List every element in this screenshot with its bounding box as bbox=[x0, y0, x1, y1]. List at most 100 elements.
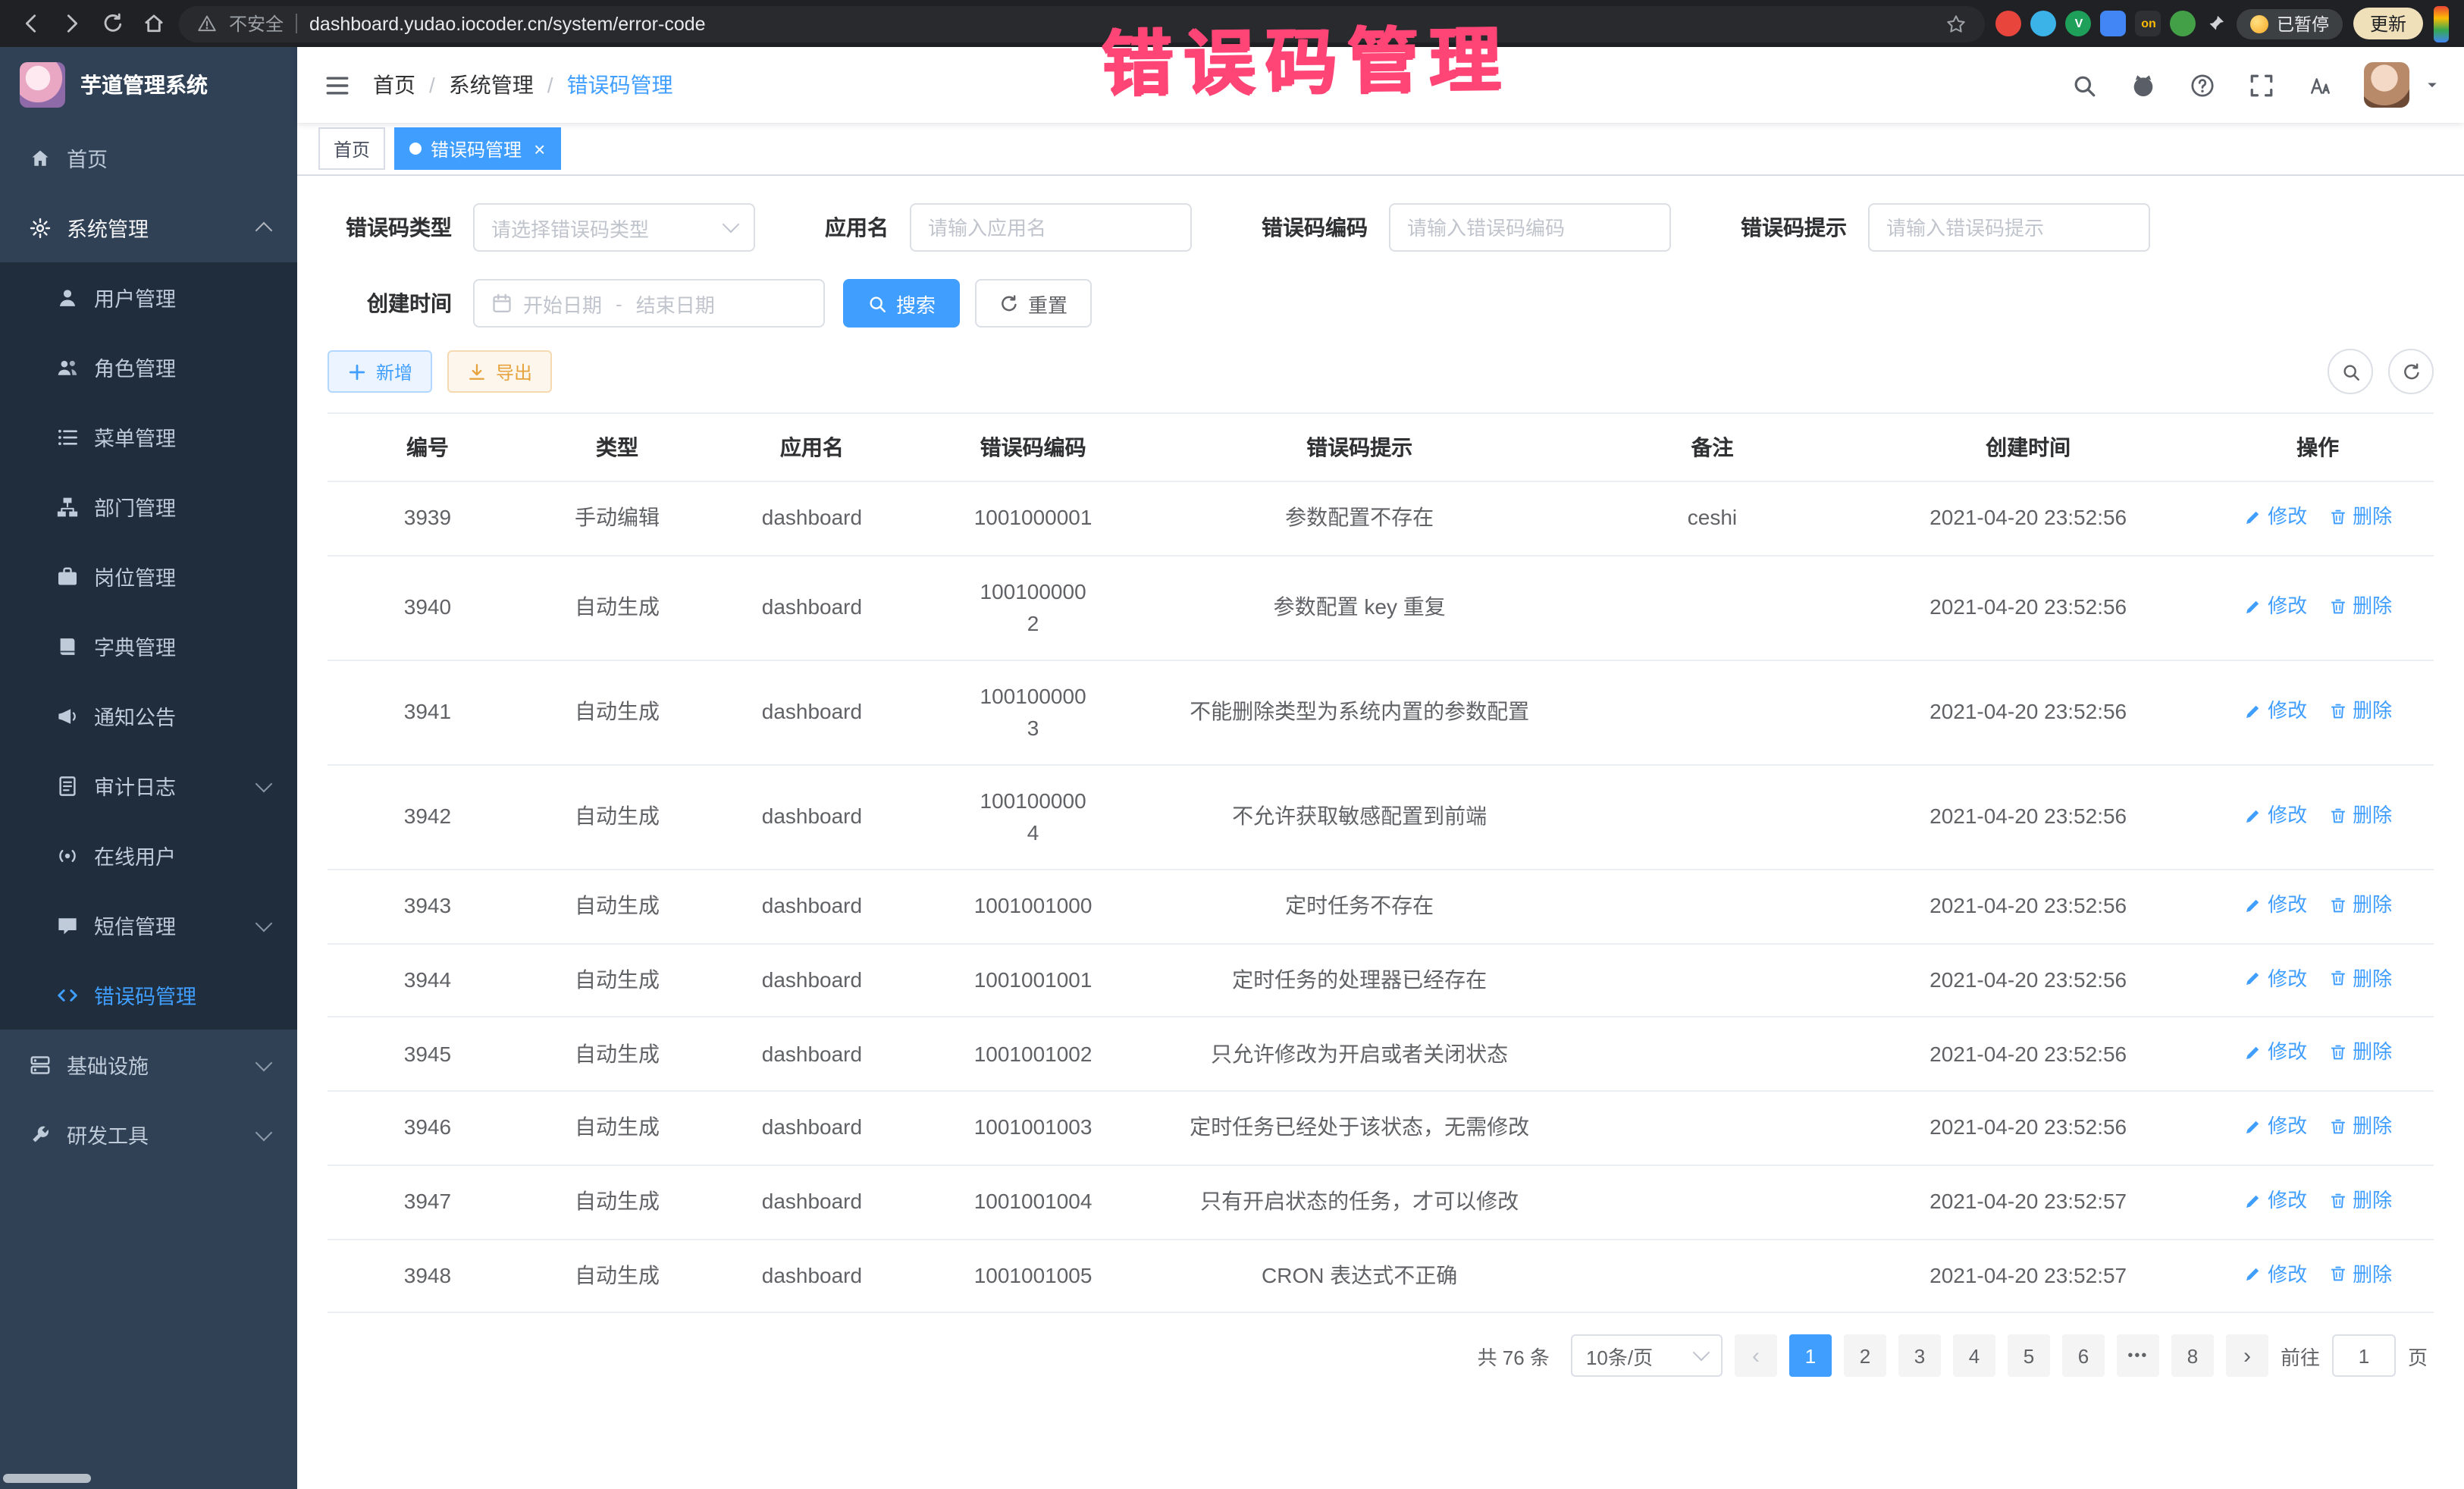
sidebar-item[interactable]: 首页 bbox=[0, 123, 297, 193]
delete-link[interactable]: 删除 bbox=[2328, 1111, 2392, 1141]
add-button[interactable]: 新增 bbox=[328, 350, 432, 393]
scrollbar-thumb[interactable] bbox=[3, 1474, 91, 1483]
edit-link[interactable]: 修改 bbox=[2243, 1038, 2307, 1067]
sidebar-item[interactable]: 通知公告 bbox=[0, 681, 297, 751]
sidebar-item[interactable]: 基础设施 bbox=[0, 1030, 297, 1099]
help-icon[interactable] bbox=[2187, 70, 2217, 100]
sidebar-item[interactable]: 用户管理 bbox=[0, 262, 297, 332]
edit-link[interactable]: 修改 bbox=[2243, 964, 2307, 993]
sidebar-item[interactable]: 部门管理 bbox=[0, 472, 297, 541]
delete-link[interactable]: 删除 bbox=[2328, 1038, 2392, 1067]
blue-chart-extension-icon[interactable] bbox=[2101, 11, 2127, 36]
sidebar-item[interactable]: 岗位管理 bbox=[0, 541, 297, 611]
error-message-input[interactable] bbox=[1868, 203, 2150, 252]
pagination-page-button[interactable]: 5 bbox=[2008, 1335, 2050, 1378]
delete-link[interactable]: 删除 bbox=[2328, 591, 2392, 621]
sidebar-item[interactable]: 研发工具 bbox=[0, 1099, 297, 1169]
sidebar-item[interactable]: 角色管理 bbox=[0, 332, 297, 402]
sidebar-item-label: 通知公告 bbox=[94, 701, 176, 731]
sidebar-item[interactable]: 审计日志 bbox=[0, 751, 297, 820]
delete-link[interactable]: 删除 bbox=[2328, 964, 2392, 993]
pagination-page-button[interactable]: 4 bbox=[1953, 1335, 1995, 1378]
cell-time: 2021-04-20 23:52:56 bbox=[1854, 870, 2202, 944]
search-button[interactable]: 搜索 bbox=[843, 279, 960, 328]
delete-link[interactable]: 删除 bbox=[2328, 696, 2392, 726]
next-page-button[interactable]: › bbox=[2226, 1335, 2268, 1378]
caret-down-icon[interactable] bbox=[2425, 77, 2440, 92]
delete-link[interactable]: 删除 bbox=[2328, 502, 2392, 531]
hamburger-icon[interactable] bbox=[321, 70, 352, 100]
red-record-extension-icon[interactable] bbox=[1996, 11, 2022, 36]
edit-link[interactable]: 修改 bbox=[2243, 1259, 2307, 1289]
breadcrumb-item[interactable]: 系统管理 bbox=[449, 70, 534, 100]
edit-link[interactable]: 修改 bbox=[2243, 696, 2307, 726]
profile-avatar[interactable] bbox=[2434, 5, 2449, 42]
delete-icon bbox=[2328, 701, 2346, 719]
breadcrumb-item[interactable]: 首页 bbox=[373, 70, 415, 100]
green-leaf-extension-icon[interactable] bbox=[2171, 11, 2196, 36]
refresh-table-button[interactable] bbox=[2388, 349, 2434, 394]
browser-home-icon[interactable] bbox=[138, 8, 168, 39]
pagination-page-button[interactable]: 2 bbox=[1844, 1335, 1886, 1378]
edit-link[interactable]: 修改 bbox=[2243, 1186, 2307, 1215]
edit-link[interactable]: 修改 bbox=[2243, 502, 2307, 531]
edit-link[interactable]: 修改 bbox=[2243, 890, 2307, 920]
edit-link[interactable]: 修改 bbox=[2243, 801, 2307, 830]
pagination-page-button[interactable]: 3 bbox=[1898, 1335, 1941, 1378]
pin-extension-icon[interactable] bbox=[2207, 14, 2227, 33]
update-button[interactable]: 更新 bbox=[2353, 8, 2423, 39]
reload-icon[interactable] bbox=[97, 8, 127, 39]
error-code-input[interactable] bbox=[1389, 203, 1671, 252]
export-button[interactable]: 导出 bbox=[447, 350, 552, 393]
edit-link[interactable]: 修改 bbox=[2243, 591, 2307, 621]
blue-drop-extension-icon[interactable] bbox=[2031, 11, 2057, 36]
page-size-select[interactable]: 10条/页 bbox=[1571, 1335, 1723, 1378]
sidebar-item[interactable]: 短信管理 bbox=[0, 890, 297, 960]
green-v-extension-icon[interactable]: V bbox=[2066, 11, 2092, 36]
sidebar-item[interactable]: 系统管理 bbox=[0, 193, 297, 262]
delete-link[interactable]: 删除 bbox=[2328, 1259, 2392, 1289]
fullscreen-icon[interactable] bbox=[2246, 70, 2276, 100]
github-icon[interactable] bbox=[2127, 70, 2158, 100]
pagination-more-button[interactable]: ••• bbox=[2117, 1335, 2159, 1378]
font-size-icon[interactable] bbox=[2305, 70, 2335, 100]
toggle-search-button[interactable] bbox=[2328, 349, 2373, 394]
pagination-page-button[interactable]: 1 bbox=[1789, 1335, 1832, 1378]
forward-icon[interactable] bbox=[56, 8, 86, 39]
tab-item[interactable]: 首页 bbox=[318, 127, 385, 170]
date-range-picker[interactable]: 开始日期 - 结束日期 bbox=[473, 279, 825, 328]
pagination-page-button[interactable]: 6 bbox=[2062, 1335, 2105, 1378]
edit-link[interactable]: 修改 bbox=[2243, 1111, 2307, 1141]
sidebar: 芋道管理系统 首页 系统管理 用户管理 角色管理 菜单管理 部门管理 岗位管理 … bbox=[0, 47, 297, 1489]
prev-page-button[interactable]: ‹ bbox=[1735, 1335, 1777, 1378]
back-icon[interactable] bbox=[15, 8, 45, 39]
cell-message: 不允许获取敏感配置到前端 bbox=[1149, 765, 1570, 870]
home-icon bbox=[27, 146, 52, 170]
sidebar-item[interactable]: 在线用户 bbox=[0, 820, 297, 890]
bookmark-star-icon[interactable] bbox=[1946, 13, 1967, 34]
error-type-select[interactable]: 请选择错误码类型 bbox=[473, 203, 755, 252]
app-name-input[interactable] bbox=[910, 203, 1192, 252]
annotation-overlay-text: 错误码管理 bbox=[1100, 1, 1510, 110]
pagination-page-button[interactable]: 8 bbox=[2171, 1335, 2214, 1378]
app-logo[interactable]: 芋道管理系统 bbox=[0, 47, 297, 123]
goto-page-input[interactable] bbox=[2332, 1335, 2396, 1378]
user-avatar[interactable] bbox=[2364, 62, 2409, 108]
sidebar-item[interactable]: 字典管理 bbox=[0, 611, 297, 681]
delete-link[interactable]: 删除 bbox=[2328, 890, 2392, 920]
url-text[interactable]: dashboard.yudao.iocoder.cn/system/error-… bbox=[309, 13, 706, 34]
search-icon[interactable] bbox=[2068, 70, 2099, 100]
on-badge-extension-icon[interactable]: on bbox=[2136, 11, 2161, 36]
address-bar[interactable]: 不安全 dashboard.yudao.iocoder.cn/system/er… bbox=[179, 5, 1986, 42]
close-icon[interactable]: × bbox=[534, 139, 545, 158]
paused-badge[interactable]: 已暂停 bbox=[2237, 8, 2343, 39]
sidebar-item[interactable]: 菜单管理 bbox=[0, 402, 297, 472]
delete-link[interactable]: 删除 bbox=[2328, 1186, 2392, 1215]
reset-button[interactable]: 重置 bbox=[975, 279, 1092, 328]
column-header: 应用名 bbox=[707, 413, 917, 481]
sidebar-item[interactable]: 错误码管理 bbox=[0, 960, 297, 1030]
cell-code: 1001001002 bbox=[917, 1017, 1149, 1092]
tab-item[interactable]: 错误码管理 × bbox=[394, 127, 560, 170]
sidebar-item-label: 短信管理 bbox=[94, 910, 176, 940]
delete-link[interactable]: 删除 bbox=[2328, 801, 2392, 830]
